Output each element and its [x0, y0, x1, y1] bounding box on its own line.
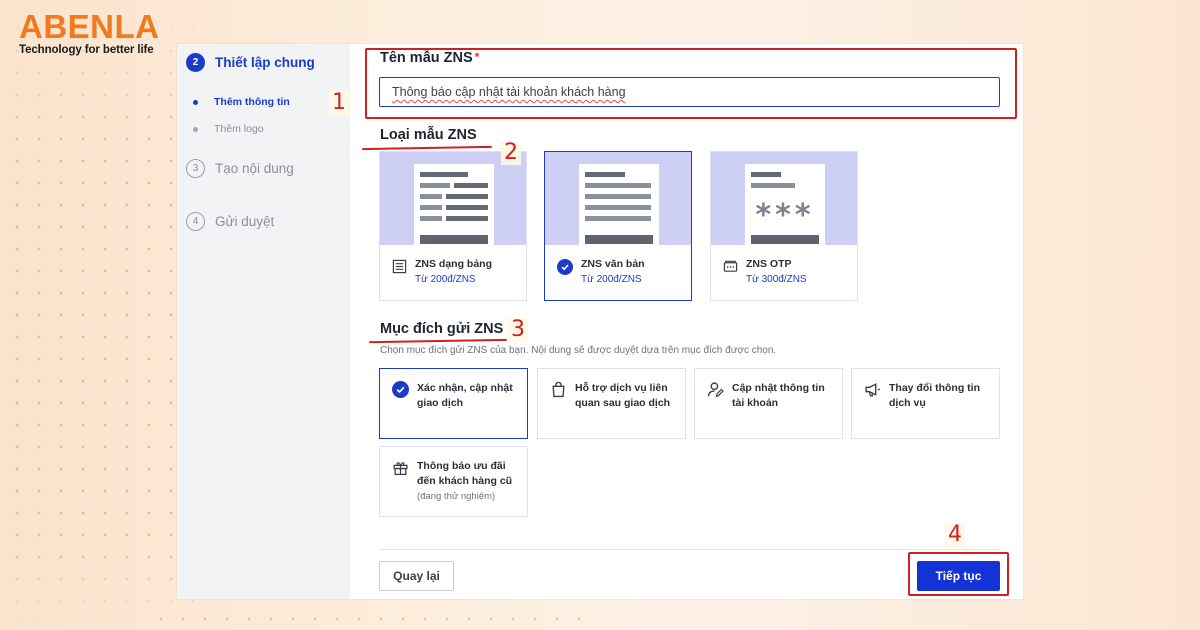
otp-icon [723, 260, 738, 272]
purpose-card-transaction[interactable]: Xác nhận, cập nhật giao dịch [379, 368, 528, 439]
brand-name: ABENLA [19, 8, 160, 45]
purpose-line: Xác nhận, cập nhật [417, 382, 513, 394]
purpose-line: Cập nhật thông tin [732, 382, 825, 394]
template-price: Từ 200đ/ZNS [415, 274, 476, 285]
step-number: 2 [186, 53, 205, 72]
annotation-box-1 [365, 48, 1017, 119]
purpose-line: Hỗ trợ dịch vụ liên [575, 382, 668, 394]
template-price: Từ 300đ/ZNS [746, 274, 807, 285]
table-icon [392, 259, 407, 274]
annotation-number-3: 3 [508, 318, 528, 342]
template-card-body: ZNS OTP Từ 300đ/ZNS [723, 258, 807, 285]
template-title: ZNS OTP [746, 258, 792, 270]
purpose-line: đến khách hàng cũ [417, 475, 513, 487]
purpose-card-promotion[interactable]: Thông báo ưu đãi đến khách hàng cũ (đang… [379, 446, 528, 517]
purpose-line: dịch vụ [889, 397, 926, 409]
preview-paper [579, 164, 659, 245]
purpose-card-service-change[interactable]: Thay đổi thông tin dịch vụ [851, 368, 1000, 439]
annotation-number-1: 1 [329, 91, 349, 115]
purpose-line: quan sau giao dịch [575, 397, 671, 409]
otp-stars: *** [755, 198, 815, 233]
template-title: ZNS dạng bảng [415, 258, 492, 270]
annotation-number-4: 4 [945, 523, 965, 547]
template-preview [545, 152, 691, 245]
step-number: 3 [186, 159, 205, 178]
template-preview: *** [711, 152, 857, 245]
step-submit-review[interactable]: 4 Gửi duyệt [186, 212, 274, 231]
check-icon [557, 259, 573, 275]
decorative-dots [0, 0, 200, 630]
template-price: Từ 200đ/ZNS [581, 274, 642, 285]
bullet-icon [193, 126, 198, 132]
stepper-sidebar: 2 Thiết lập chung Thêm thông tin Thêm lo… [177, 44, 350, 599]
purpose-line: giao dịch [417, 397, 464, 409]
step-create-content[interactable]: 3 Tạo nội dung [186, 159, 294, 178]
decorative-dots-bottom [150, 600, 600, 630]
template-card-body: ZNS dạng bảng Từ 200đ/ZNS [392, 258, 492, 285]
step-label: Tạo nội dung [215, 161, 294, 176]
template-title: ZNS văn bản [581, 258, 645, 270]
back-button[interactable]: Quay lại [379, 561, 454, 591]
template-card-body: ZNS văn bản Từ 200đ/ZNS [557, 258, 645, 285]
template-preview [380, 152, 526, 245]
step-general-settings[interactable]: 2 Thiết lập chung [186, 53, 315, 72]
user-edit-icon [707, 382, 724, 398]
step-label: Thiết lập chung [215, 55, 315, 70]
purpose-line: Thay đổi thông tin [889, 382, 980, 394]
template-card-otp[interactable]: *** ZNS OTP Từ 300đ/ZNS [710, 151, 858, 301]
template-card-text[interactable]: ZNS văn bản Từ 200đ/ZNS [544, 151, 692, 301]
substep-label: Thêm logo [214, 123, 264, 135]
template-type-label: Loại mẫu ZNS [380, 127, 477, 143]
annotation-box-4 [908, 552, 1009, 596]
purpose-line: Thông báo ưu đãi [417, 460, 506, 472]
purpose-card-after-sales[interactable]: Hỗ trợ dịch vụ liên quan sau giao dịch [537, 368, 686, 439]
purpose-hint: Chọn mục đích gửi ZNS của bạn. Nội dung … [380, 345, 777, 356]
template-card-table[interactable]: ZNS dạng bảng Từ 200đ/ZNS [379, 151, 527, 301]
check-icon [392, 381, 409, 398]
brand-tagline: Technology for better life [19, 44, 154, 56]
step-label: Gửi duyệt [215, 214, 275, 229]
preview-paper: *** [745, 164, 825, 245]
purpose-line: tài khoản [732, 397, 779, 409]
bullet-icon [193, 99, 198, 105]
app-window: 2 Thiết lập chung Thêm thông tin Thêm lo… [177, 44, 1023, 599]
purpose-label: Mục đích gửi ZNS [380, 321, 504, 337]
substep-add-info[interactable]: Thêm thông tin [193, 96, 290, 108]
footer-divider [379, 549, 1000, 550]
purpose-card-account-update[interactable]: Cập nhật thông tin tài khoản [694, 368, 843, 439]
substep-add-logo[interactable]: Thêm logo [193, 123, 264, 135]
purpose-note: (đang thử nghiệm) [417, 491, 496, 502]
annotation-number-2: 2 [501, 141, 521, 165]
preview-paper [414, 164, 494, 245]
brand-logo: ABENLA Technology for better life [19, 8, 160, 57]
megaphone-icon [865, 383, 880, 397]
substep-label: Thêm thông tin [214, 96, 290, 108]
gift-icon [393, 462, 408, 476]
step-number: 4 [186, 212, 205, 231]
shopping-bag-icon [552, 381, 565, 398]
